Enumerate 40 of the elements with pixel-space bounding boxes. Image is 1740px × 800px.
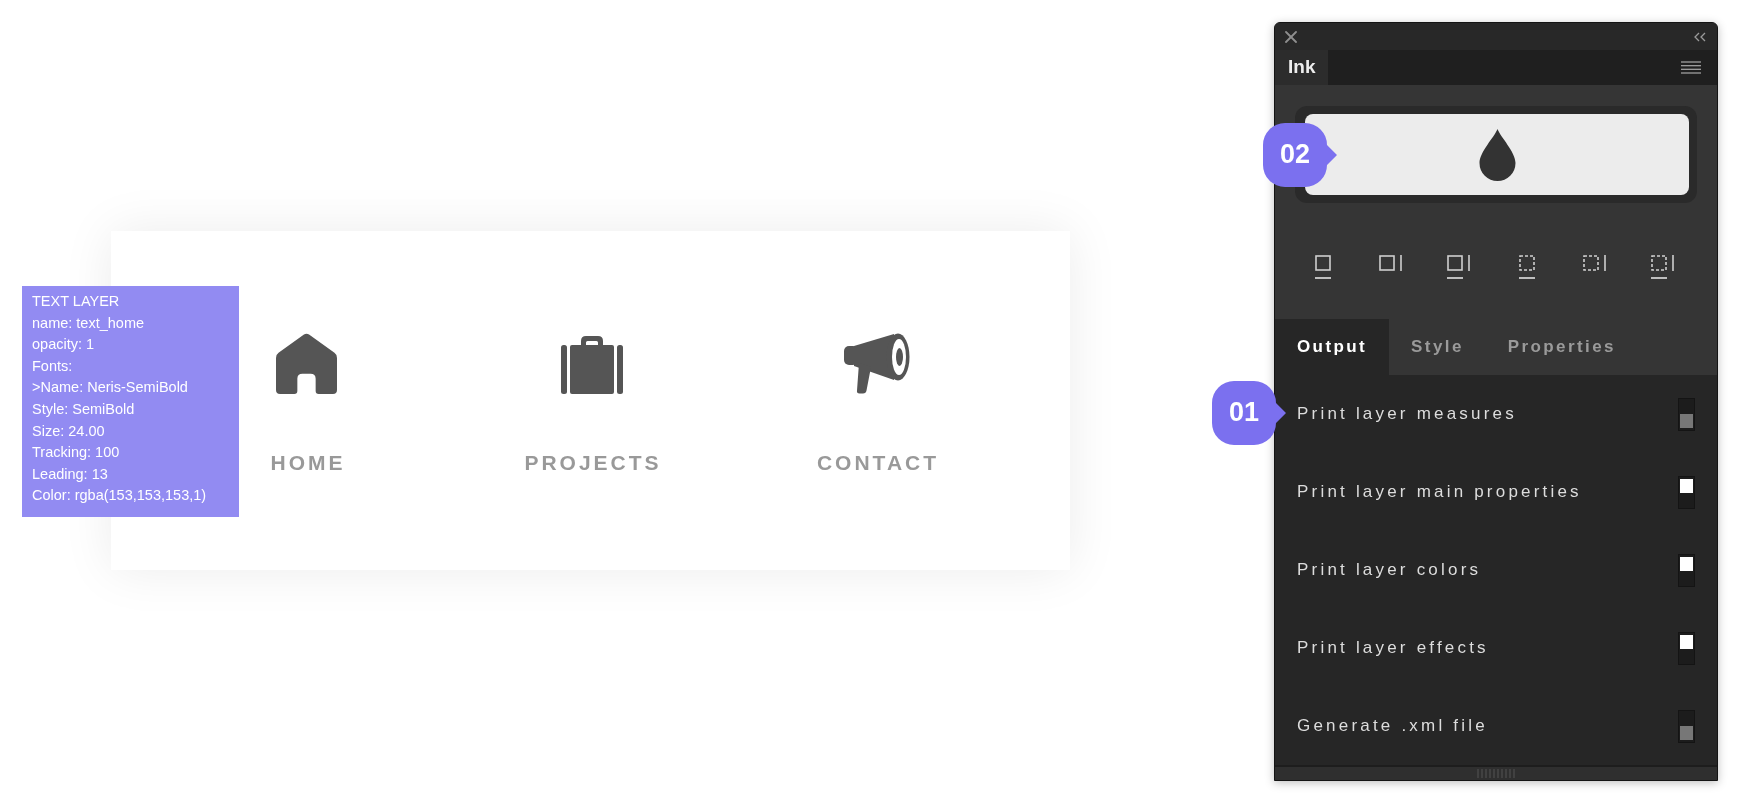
double-chevron-left-icon[interactable] bbox=[1693, 31, 1707, 42]
square-underline-icon[interactable] bbox=[1314, 254, 1332, 280]
nav-link[interactable]: PROJECTS bbox=[521, 451, 662, 475]
section-tab[interactable]: Properties bbox=[1485, 319, 1638, 375]
dashed-square-underline-icon[interactable] bbox=[1518, 254, 1536, 280]
option-label: Print layer measures bbox=[1297, 403, 1517, 426]
nav-link[interactable]: CONTACT bbox=[813, 451, 940, 475]
callout-badge: 01 bbox=[1212, 381, 1286, 445]
toggle-switch[interactable] bbox=[1678, 709, 1695, 743]
toggle-switch[interactable] bbox=[1678, 397, 1695, 431]
briefcase-icon bbox=[560, 336, 623, 394]
layer-info-line: Fonts: bbox=[32, 356, 74, 376]
option-label: Print layer colors bbox=[1297, 559, 1482, 582]
layer-info-line: opacity: 1 bbox=[32, 335, 96, 355]
section-tab[interactable]: Output bbox=[1275, 319, 1390, 375]
toggle-switch[interactable] bbox=[1678, 553, 1695, 587]
close-icon[interactable] bbox=[1285, 30, 1297, 43]
drop-icon bbox=[1478, 128, 1516, 181]
menu-icon[interactable] bbox=[1681, 61, 1701, 74]
layer-info-line: name: text_home bbox=[32, 313, 146, 333]
toggle-switch[interactable] bbox=[1678, 475, 1695, 509]
option-label: Print layer main properties bbox=[1297, 481, 1582, 504]
layer-info-line: Tracking: 100 bbox=[32, 443, 121, 463]
layer-info-line: Style: SemiBold bbox=[32, 399, 136, 419]
house-icon bbox=[276, 333, 337, 394]
nav-link[interactable]: HOME bbox=[267, 451, 346, 475]
callout-badge: 02 bbox=[1263, 123, 1337, 187]
panel-tab[interactable]: Ink bbox=[1275, 50, 1329, 85]
option-label: Generate .xml file bbox=[1297, 715, 1488, 738]
layer-info-line: >Name: Neris-SemiBold bbox=[32, 378, 189, 398]
section-tab[interactable]: Style bbox=[1389, 319, 1486, 375]
layer-info-line: Leading: 13 bbox=[32, 464, 109, 484]
toggle-switch[interactable] bbox=[1678, 631, 1695, 665]
layer-info-line: TEXT LAYER bbox=[32, 292, 121, 311]
dashed-square-bar-underline-icon[interactable] bbox=[1650, 254, 1676, 280]
megaphone-icon bbox=[843, 333, 910, 394]
layer-info-line: Color: rgba(153,153,153,1) bbox=[32, 486, 208, 506]
square-bar-underline-icon[interactable] bbox=[1446, 254, 1472, 280]
option-label: Print layer effects bbox=[1297, 637, 1489, 660]
layer-info-line: Size: 24.00 bbox=[32, 421, 106, 441]
